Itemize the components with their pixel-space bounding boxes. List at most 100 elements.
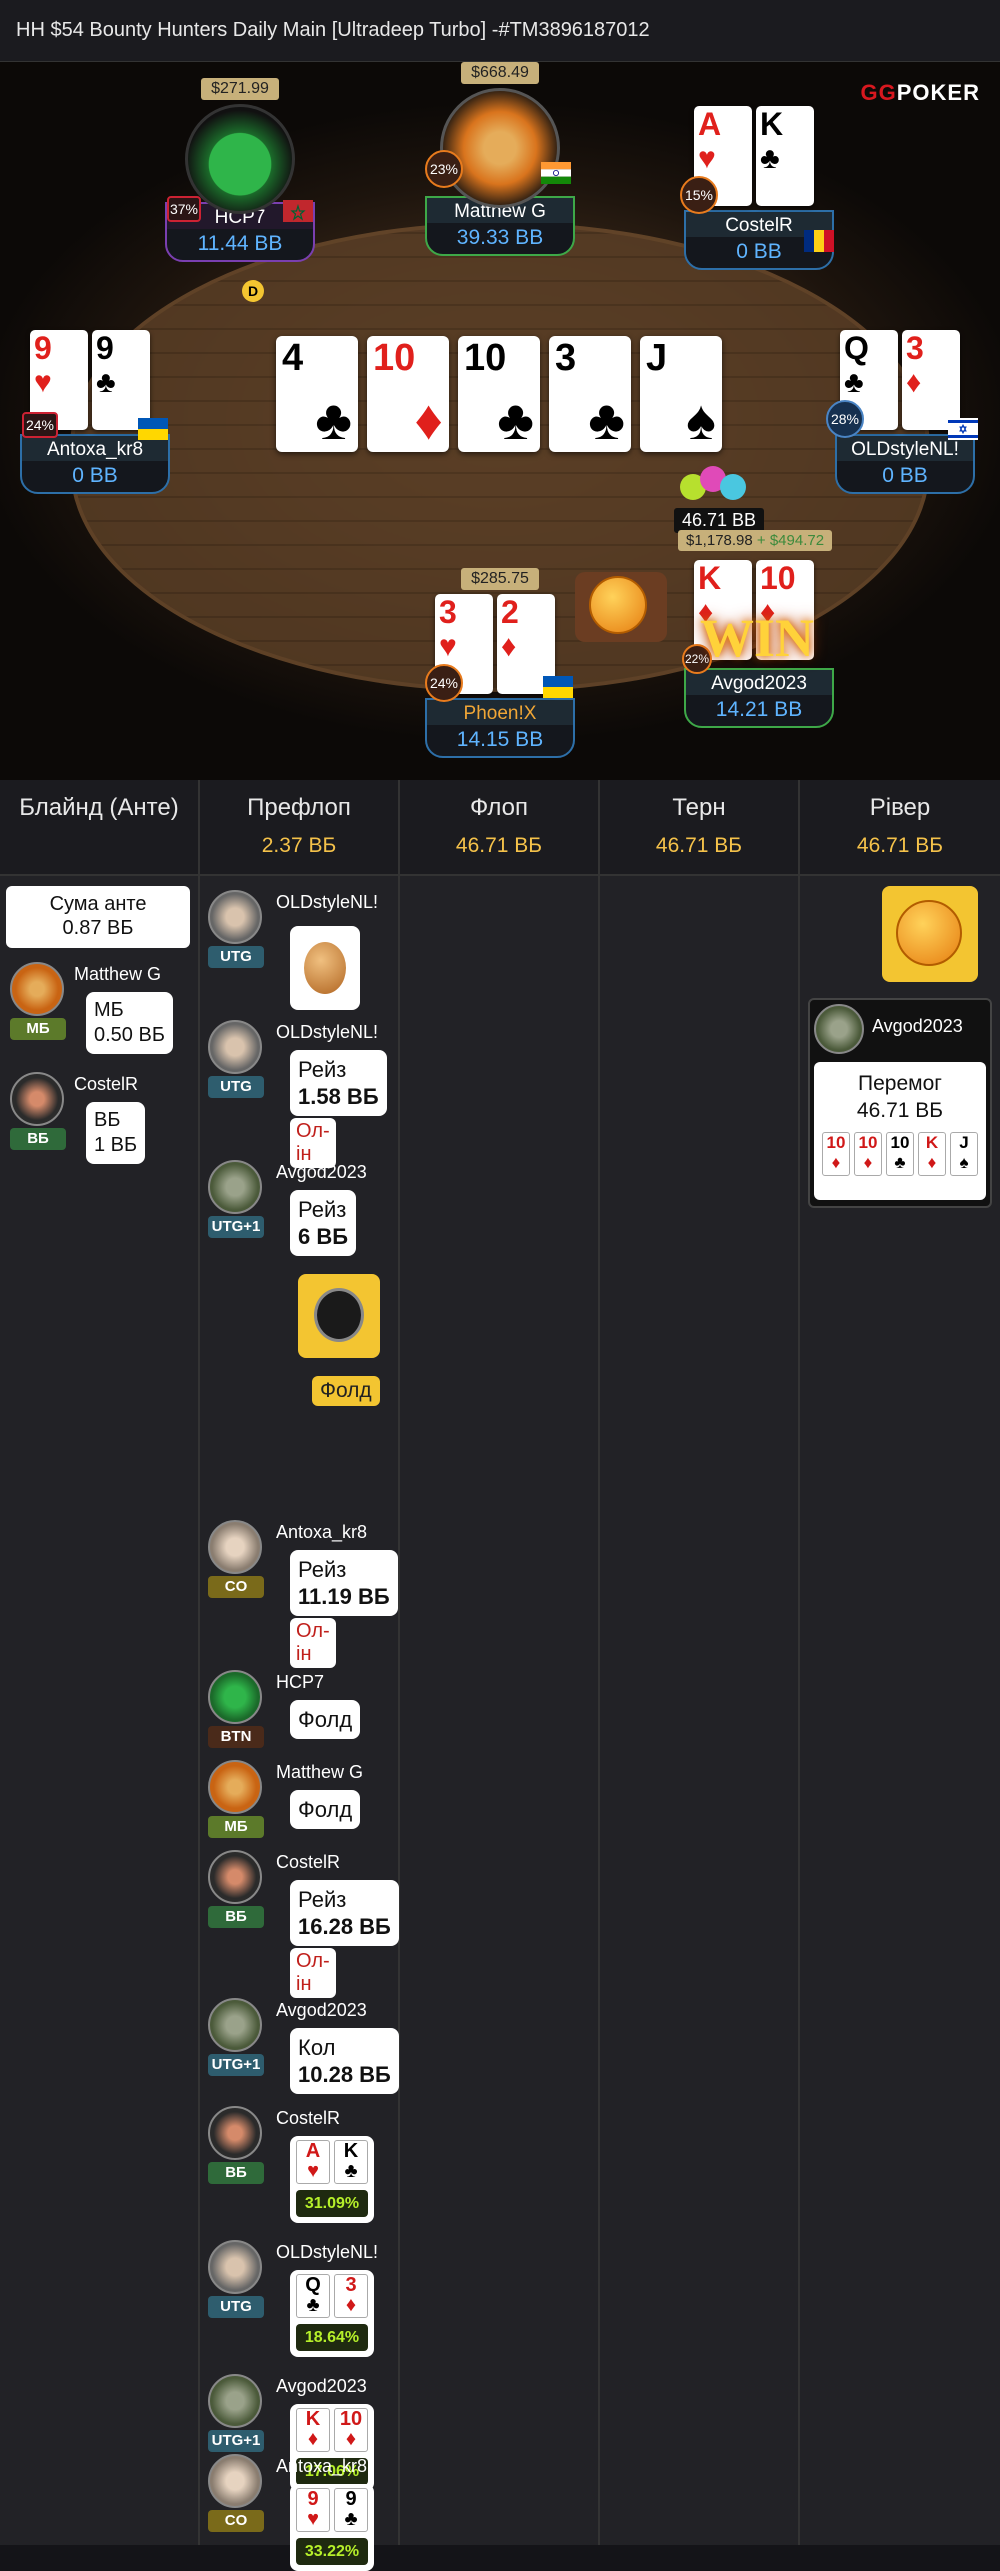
avatar	[10, 1072, 64, 1126]
card: A ♥	[296, 2140, 330, 2184]
player-stack: 14.15 BB	[456, 728, 544, 751]
hole-card: K ♣	[756, 106, 814, 206]
column-turn	[600, 876, 800, 2545]
win-banner: WIN	[700, 608, 815, 668]
dealer-button: D	[242, 280, 264, 302]
column-header-river: Рівер 46.71 ВБ	[800, 780, 1000, 876]
player-name: CostelR	[276, 1852, 341, 1872]
ukraine-flag-icon	[138, 418, 168, 440]
israel-flag-icon	[948, 418, 978, 440]
action-bubble: Рейз 6 ВБ	[290, 1190, 357, 1256]
player-name: CostelR	[74, 1074, 139, 1094]
column-preflop: UTG OLDstyleNL! UTG OLDstyleNL! Рейз 1.58…	[200, 876, 400, 2571]
bounty-badge: $271.99	[201, 78, 279, 100]
win-amount: $1,178.98 + $494.72	[678, 530, 833, 551]
avatar	[208, 1850, 262, 1904]
shown-cards: Q ♣3 ♦ 18.64%	[290, 2270, 374, 2357]
action-bubble: Фолд	[290, 1700, 361, 1739]
emote-bubble	[575, 572, 667, 642]
card: 10 ♦	[334, 2408, 368, 2452]
avatar	[208, 890, 262, 944]
avatar	[440, 88, 560, 208]
alarm-clock-icon	[314, 1288, 364, 1342]
hole-card: 3 ♦	[902, 330, 960, 430]
avatar	[208, 2240, 262, 2294]
emote-bubble	[290, 926, 360, 1010]
bounty-badge: $668.49	[461, 62, 539, 84]
player-plate: OLDstyleNL! 0 BB	[835, 434, 975, 494]
equity-badge: 31.09%	[296, 2190, 368, 2217]
romania-flag-icon	[804, 230, 834, 252]
player-name: HCP7	[276, 1672, 325, 1692]
card: 3 ♦	[334, 2274, 368, 2318]
bounty-pct: 28%	[826, 400, 864, 438]
hole-card: 9 ♣	[92, 330, 150, 430]
bounty-pct: 24%	[425, 664, 463, 702]
position-badge: CO	[208, 1576, 264, 1598]
india-flag-icon	[541, 162, 571, 184]
seat-hcp7[interactable]: $271.99 HCP7 11.44 BB 37%	[165, 78, 315, 262]
all-in-tag: Ол-ін	[290, 1118, 336, 1168]
position-badge: ВБ	[208, 1906, 264, 1928]
emote-bubble	[298, 1274, 380, 1358]
player-name: OLDstyleNL!	[276, 892, 379, 912]
bounty-pct: 15%	[680, 176, 718, 214]
position-badge: UTG	[208, 946, 264, 968]
action-bubble: Кол 10.28 ВБ	[290, 2028, 399, 2094]
position-badge: UTG	[208, 2296, 264, 2318]
bounty-pct: 24%	[22, 412, 58, 438]
player-name: Antoxa_kr8	[276, 1522, 368, 1542]
position-badge: BTN	[208, 1726, 264, 1748]
equity-badge: 33.22%	[296, 2538, 368, 2565]
window-title: HH $54 Bounty Hunters Daily Main [Ultrad…	[0, 0, 1000, 62]
column-blind: Сума анте 0.87 ВБ МБ Matthew G МБ 0.50 ВБ …	[0, 876, 200, 2545]
position-badge: ВБ	[10, 1128, 66, 1150]
column-header-turn: Терн 46.71 ВБ	[600, 780, 800, 876]
board-card: 3 ♣	[549, 336, 631, 452]
card: 10 ♦	[854, 1132, 882, 1176]
card: Q ♣	[296, 2274, 330, 2318]
morocco-flag-icon	[283, 200, 313, 222]
bounty-pct: 37%	[167, 196, 201, 222]
action-bubble: МБ 0.50 ВБ	[86, 992, 173, 1054]
card: K ♦	[296, 2408, 330, 2452]
position-badge: ВБ	[208, 2162, 264, 2184]
shown-cards: K ♦10 ♦ 17.06%	[290, 2404, 374, 2491]
player-stack: 11.44 BB	[197, 232, 283, 255]
win-summary: Перемог 46.71 ВБ 10 ♦10 ♦10 ♣K ♦J ♠	[814, 1062, 986, 1200]
avatar	[10, 962, 64, 1016]
action-bubble: Рейз 16.28 ВБ	[290, 1880, 399, 1946]
position-badge: UTG+1	[208, 2430, 264, 2452]
ggpoker-logo: GGPOKER	[860, 80, 980, 105]
card: 10 ♦	[822, 1132, 850, 1176]
column-header-flop: Флоп 46.71 ВБ	[400, 780, 600, 876]
column-header-blind: Блайнд (Анте)	[0, 780, 200, 876]
player-name: Avgod2023	[276, 2000, 367, 2020]
position-badge: UTG+1	[208, 2054, 264, 2076]
seat-phoenix[interactable]: $285.75 3 ♥ 2 ♦ Phoen!X 14.15 BB 24%	[425, 568, 575, 758]
avatar	[208, 1160, 262, 1214]
player-name: Antoxa_kr8	[276, 2456, 368, 2476]
avatar	[208, 2374, 262, 2428]
all-in-tag: Ол-ін	[290, 1948, 336, 1998]
action-bubble: Рейз 1.58 ВБ	[290, 1050, 387, 1116]
seat-antoxa-kr8[interactable]: 9 ♥ 9 ♣ Antoxa_kr8 0 BB 24%	[20, 330, 170, 494]
emoji-icon	[896, 900, 962, 966]
card: 9 ♣	[334, 2488, 368, 2532]
seat-matthew-g[interactable]: $668.49 Matthew G 39.33 BB 23%	[425, 62, 575, 256]
avatar	[208, 1520, 262, 1574]
emoji-icon	[589, 576, 647, 634]
seat-oldstylenl[interactable]: Q ♣ 3 ♦ OLDstyleNL! 0 BB 28%	[826, 330, 980, 494]
player-name: CostelR	[276, 2108, 341, 2128]
avatar	[208, 2454, 262, 2508]
avatar	[208, 2106, 262, 2160]
bounty-pct: 23%	[425, 150, 463, 188]
player-plate: Phoen!X 14.15 BB	[425, 698, 575, 758]
poker-table: GGPOKER $271.99 HCP7 11.44 BB 37% D $668…	[0, 62, 1000, 780]
card: 9 ♥	[296, 2488, 330, 2532]
action-bubble: ВБ 1 ВБ	[86, 1102, 146, 1164]
player-plate: Avgod2023 14.21 BB	[684, 668, 834, 728]
position-badge: МБ	[10, 1018, 66, 1040]
card: J ♠	[950, 1132, 978, 1176]
seat-costelr[interactable]: A ♥ K ♣ CostelR 0 BB 15%	[680, 106, 834, 270]
